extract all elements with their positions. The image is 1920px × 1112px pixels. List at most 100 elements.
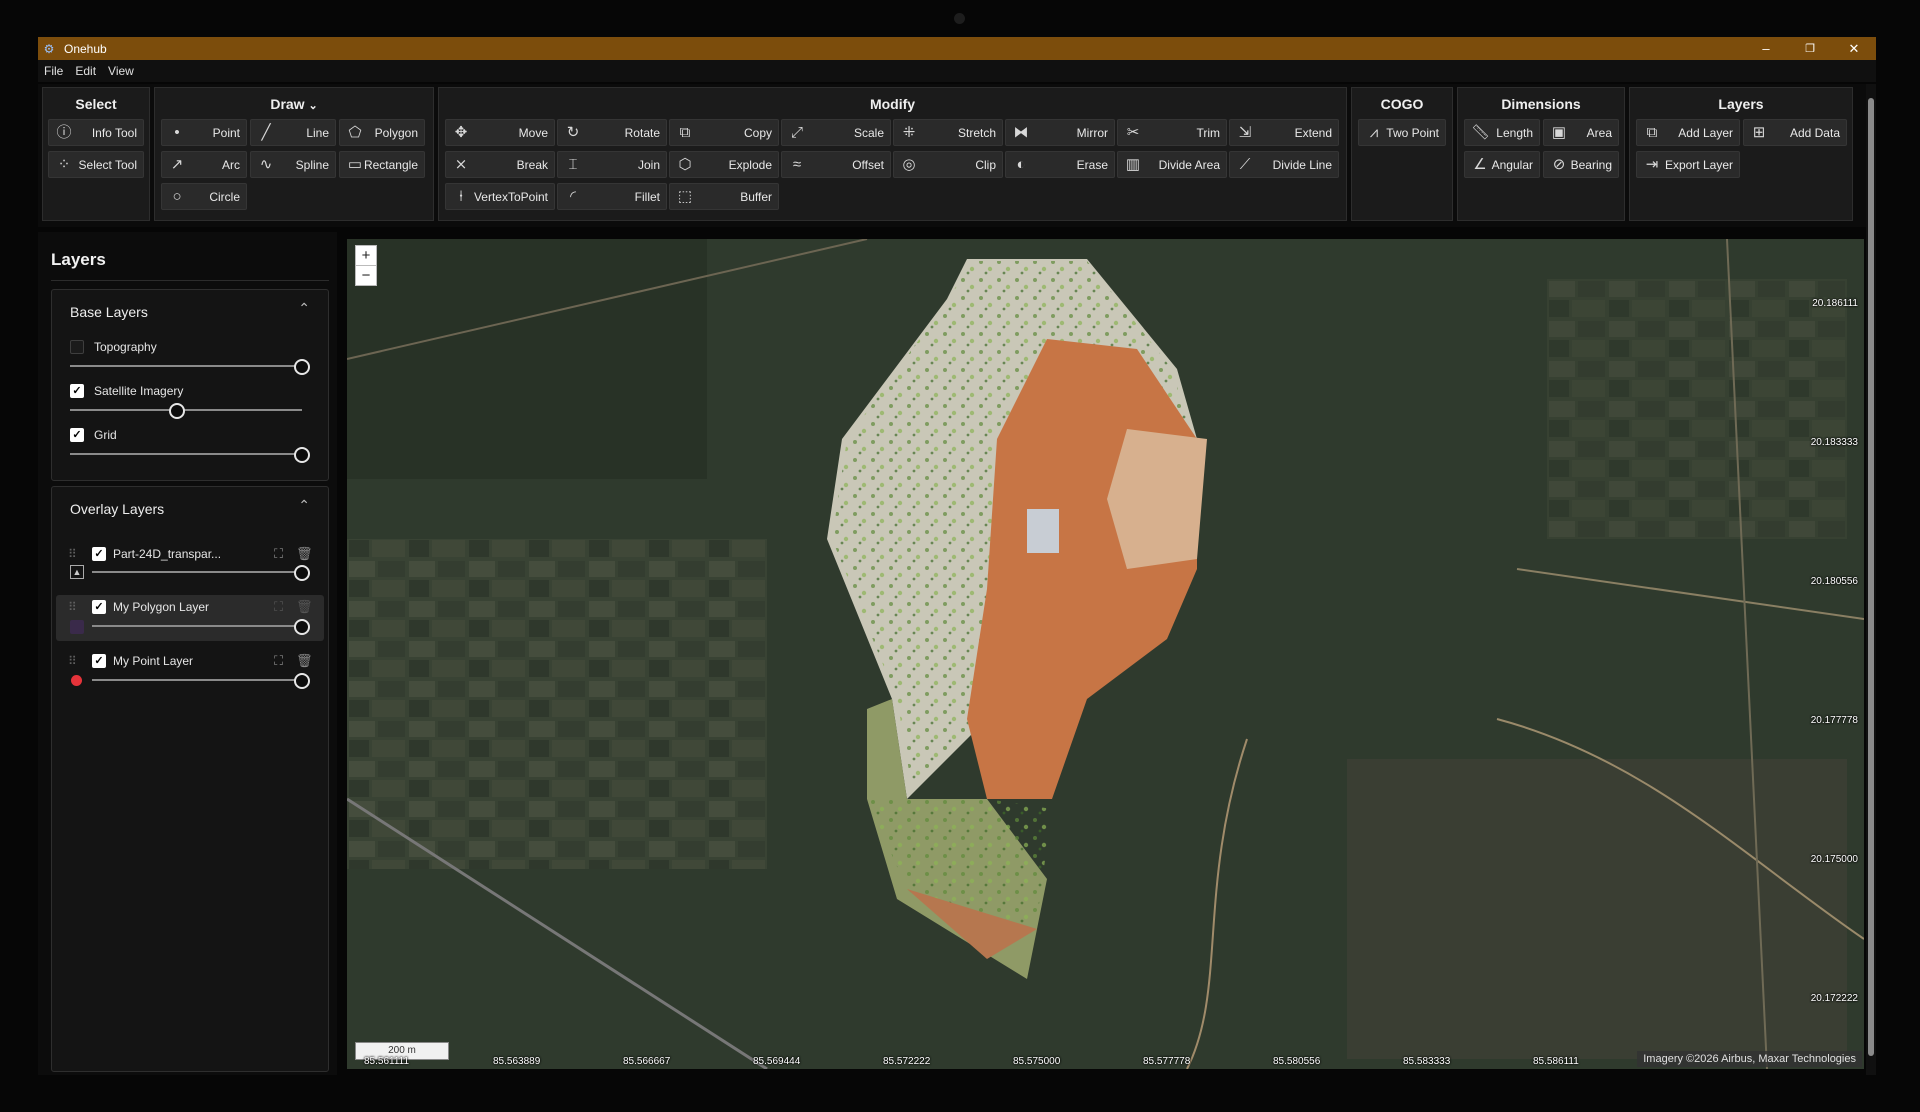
menu-edit[interactable]: Edit: [75, 64, 96, 78]
menu-file[interactable]: File: [44, 64, 63, 78]
layer-opacity-track[interactable]: [92, 625, 302, 627]
zoom-out-button[interactable]: −: [355, 265, 377, 286]
layer-visibility-checkbox[interactable]: ✓: [92, 600, 106, 614]
layer-opacity-slider[interactable]: [294, 619, 310, 635]
fillet-button[interactable]: ◜ Fillet: [557, 183, 667, 210]
tool-label: Two Point: [1386, 126, 1439, 140]
lon-label: 85.575000: [1013, 1056, 1061, 1067]
drag-handle-icon[interactable]: ⠿: [68, 547, 77, 561]
drag-handle-icon[interactable]: ⠿: [68, 654, 77, 668]
topography-checkbox[interactable]: [70, 340, 84, 354]
move-button[interactable]: ✥ Move: [445, 119, 555, 146]
stretch-button[interactable]: ⁜ Stretch: [893, 119, 1003, 146]
layer-opacity-slider[interactable]: [294, 565, 310, 581]
layer-visibility-checkbox[interactable]: ✓: [92, 547, 106, 561]
explode-button[interactable]: ⬡ Explode: [669, 151, 779, 178]
rotate-button[interactable]: ↻ Rotate: [557, 119, 667, 146]
angular-button[interactable]: ∠ Angular: [1464, 151, 1540, 178]
section-title[interactable]: Base Layers: [70, 304, 148, 320]
satellite-opacity-track[interactable]: [70, 409, 302, 411]
group-title[interactable]: Draw ⌄: [155, 96, 433, 112]
overlay-layer-item[interactable]: ⠿ ✓ My Polygon Layer ⛶ 🗑︎: [56, 595, 324, 641]
delete-icon[interactable]: 🗑︎: [296, 546, 313, 562]
vertical-scrollbar[interactable]: [1866, 84, 1876, 1075]
extend-button[interactable]: ⇲ Extend: [1229, 119, 1339, 146]
grid-opacity-slider[interactable]: [294, 447, 310, 463]
vertex-to-point-button[interactable]: ⍿ VertexToPoint: [445, 183, 555, 210]
group-title: Dimensions: [1501, 96, 1581, 112]
layer-opacity-track[interactable]: [92, 679, 302, 681]
collapse-icon[interactable]: ⌃: [298, 497, 310, 514]
layer-opacity-slider[interactable]: [294, 673, 310, 689]
tool-label: Rotate: [624, 126, 660, 140]
two-point-button[interactable]: ⩘ Two Point: [1358, 119, 1446, 146]
layer-opacity-track[interactable]: [92, 571, 302, 573]
circle-button[interactable]: ○ Circle: [161, 183, 247, 210]
menu-view[interactable]: View: [108, 64, 134, 78]
stretch-icon: ⁜: [902, 124, 916, 141]
topography-opacity-slider[interactable]: [294, 359, 310, 375]
buffer-button[interactable]: ⬚ Buffer: [669, 183, 779, 210]
rectangle-button[interactable]: ▭ Rectangle: [339, 151, 425, 178]
line-button[interactable]: ╱ Line: [250, 119, 336, 146]
overlay-layers-section: Overlay Layers ⌃ ⠿ ✓ Part-24D_transpar..…: [51, 486, 329, 1072]
polygon-button[interactable]: ⬠ Polygon: [339, 119, 425, 146]
grid-opacity-track[interactable]: [70, 453, 302, 455]
delete-icon[interactable]: 🗑︎: [296, 599, 313, 615]
satellite-opacity-slider[interactable]: [168, 403, 185, 419]
base-layers-section: Base Layers ⌃ Topography ✓ Satellite Ima…: [51, 289, 329, 481]
satellite-checkbox[interactable]: ✓: [70, 384, 84, 398]
add-data-button[interactable]: ⊞ Add Data: [1743, 119, 1847, 146]
zoom-in-button[interactable]: +: [355, 245, 377, 266]
lon-label: 85.563889: [493, 1056, 541, 1067]
point-swatch-icon: [71, 675, 82, 686]
trim-button[interactable]: ✂ Trim: [1117, 119, 1227, 146]
grid-checkbox[interactable]: ✓: [70, 428, 84, 442]
spline-button[interactable]: ∿ Spline: [250, 151, 336, 178]
overlay-layer-item[interactable]: ⠿ ✓ My Point Layer ⛶ 🗑︎: [56, 649, 324, 695]
collapse-icon[interactable]: ⌃: [298, 300, 310, 317]
divide-area-button[interactable]: ▥ Divide Area: [1117, 151, 1227, 178]
delete-icon[interactable]: 🗑︎: [296, 653, 313, 669]
layer-label: Grid: [94, 428, 117, 442]
overlay-layer-item[interactable]: ⠿ ✓ Part-24D_transpar... ⛶ 🗑︎ ▲: [56, 543, 324, 591]
break-button[interactable]: ⨯ Break: [445, 151, 555, 178]
length-button[interactable]: 📏︎ Length: [1464, 119, 1540, 146]
divide-line-button[interactable]: ⟋ Divide Line: [1229, 151, 1339, 178]
info-icon: ⓘ: [56, 124, 72, 141]
add-layer-button[interactable]: ⧉ Add Layer: [1636, 119, 1740, 146]
tool-label: Fillet: [634, 190, 660, 204]
tool-label: Point: [212, 126, 240, 140]
arc-button[interactable]: ↗ Arc: [161, 151, 247, 178]
offset-button[interactable]: ≈ Offset: [781, 151, 891, 178]
zoom-to-layer-icon[interactable]: ⛶: [274, 653, 283, 669]
export-layer-button[interactable]: ⇥ Export Layer: [1636, 151, 1740, 178]
scrollbar-thumb[interactable]: [1868, 98, 1874, 1056]
section-title[interactable]: Overlay Layers: [70, 501, 164, 517]
lon-label: 85.577778: [1143, 1056, 1191, 1067]
circle-icon: ○: [172, 188, 182, 205]
mirror-button[interactable]: ⧓ Mirror: [1005, 119, 1115, 146]
point-button[interactable]: • Point: [161, 119, 247, 146]
bearing-button[interactable]: ⊘ Bearing: [1543, 151, 1619, 178]
drag-handle-icon[interactable]: ⠿: [68, 600, 77, 614]
close-button[interactable]: ✕: [1832, 37, 1876, 60]
area-button[interactable]: ▣ Area: [1543, 119, 1619, 146]
map-canvas[interactable]: + − 200 m Imagery ©2026 Airbus, Maxar Te…: [347, 239, 1864, 1069]
select-tool-button[interactable]: ⁘ Select Tool: [48, 151, 144, 178]
erase-button[interactable]: ◐ Erase: [1005, 151, 1115, 178]
info-tool-button[interactable]: ⓘ Info Tool: [48, 119, 144, 146]
lon-label: 85.569444: [753, 1056, 801, 1067]
scale-button[interactable]: ⤢ Scale: [781, 119, 891, 146]
layer-visibility-checkbox[interactable]: ✓: [92, 654, 106, 668]
chevron-down-icon: ⌄: [308, 100, 318, 112]
topography-opacity-track[interactable]: [70, 365, 302, 367]
zoom-to-layer-icon[interactable]: ⛶: [274, 599, 283, 615]
scissors-icon: ✂: [1126, 124, 1140, 141]
clip-button[interactable]: ◎ Clip: [893, 151, 1003, 178]
zoom-to-layer-icon[interactable]: ⛶: [274, 546, 283, 562]
restore-button[interactable]: ❐: [1788, 37, 1832, 60]
copy-button[interactable]: ⧉ Copy: [669, 119, 779, 146]
minimize-button[interactable]: –: [1744, 37, 1788, 60]
join-button[interactable]: ⌶ Join: [557, 151, 667, 178]
